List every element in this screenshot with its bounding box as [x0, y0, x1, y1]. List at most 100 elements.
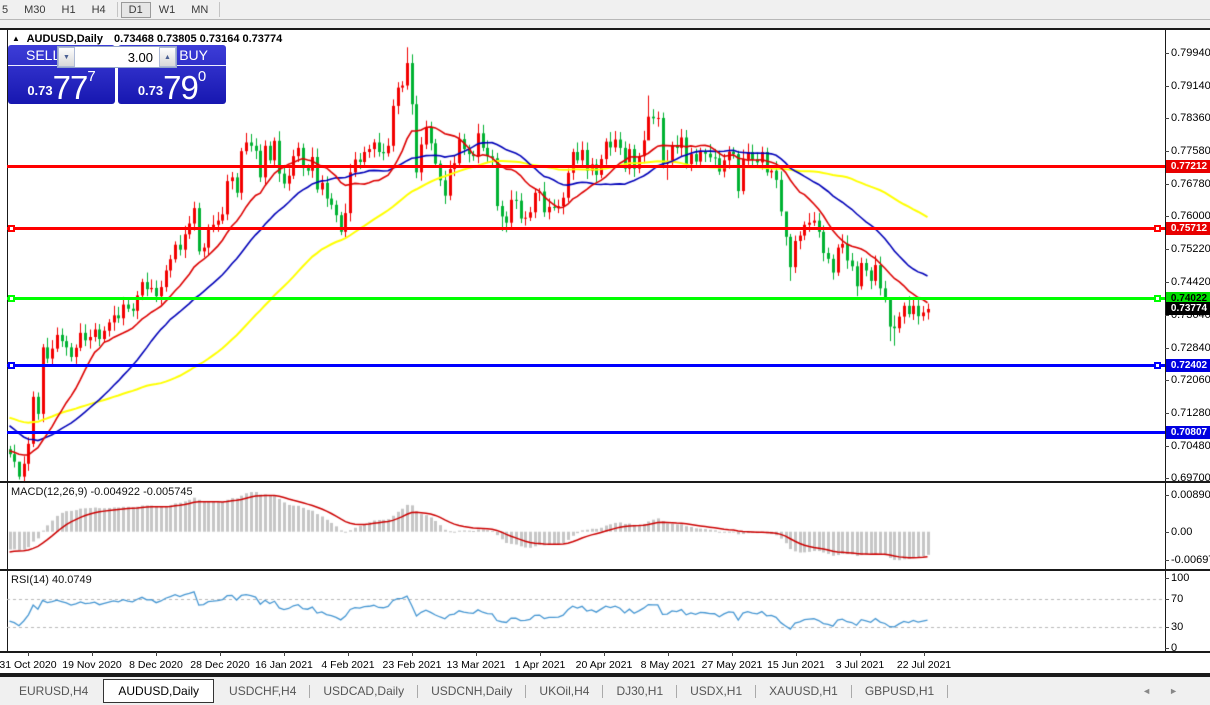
level-price-badge: 0.72402 [1166, 359, 1210, 372]
horizontal-level-line[interactable] [7, 297, 1165, 300]
line-endpoint-handle[interactable] [8, 225, 15, 232]
level-price-badge: 0.77212 [1166, 160, 1210, 173]
rsi-axis-label: 30 [1171, 621, 1183, 633]
macd-axis-label: 0.00 [1171, 526, 1192, 538]
axis-tick [1165, 249, 1169, 250]
axis-tick [1165, 86, 1169, 87]
timeframe-button-mn[interactable]: MN [183, 2, 216, 18]
axis-tick [1165, 578, 1169, 579]
date-axis-label: 4 Feb 2021 [321, 659, 374, 671]
macd-axis-label: -0.006977 [1171, 554, 1210, 566]
date-axis-label: 3 Jul 2021 [836, 659, 884, 671]
timeframe-button-5[interactable]: 5 [0, 2, 16, 18]
macd-values: -0.004922 -0.005745 [90, 486, 192, 498]
date-axis-label: 27 May 2021 [702, 659, 763, 671]
axis-tick [1165, 413, 1169, 414]
rsi-label: RSI(14) 40.0749 [11, 574, 92, 586]
date-tick [924, 652, 925, 656]
chart-tab-usdcad[interactable]: USDCAD,Daily [310, 680, 417, 702]
line-endpoint-handle[interactable] [1154, 295, 1161, 302]
date-axis-label: 22 Jul 2021 [897, 659, 951, 671]
rsi-canvas[interactable] [7, 571, 1165, 651]
timeframe-button-w1[interactable]: W1 [151, 2, 184, 18]
chart-tab-bar: EURUSD,H4AUDUSD,DailyUSDCHF,H4USDCAD,Dai… [0, 675, 1210, 705]
price-axis-label: 0.71280 [1171, 407, 1210, 419]
chart-tab-usdchf[interactable]: USDCHF,H4 [216, 680, 309, 702]
macd-label: MACD(12,26,9) -0.004922 -0.005745 [11, 486, 193, 498]
rsi-value: 40.0749 [52, 574, 92, 586]
date-axis-label: 23 Feb 2021 [383, 659, 442, 671]
line-endpoint-handle[interactable] [8, 295, 15, 302]
timeframe-button-m30[interactable]: M30 [16, 2, 53, 18]
timeframe-button-h1[interactable]: H1 [54, 2, 84, 18]
tab-scroll-right-icon[interactable]: ► [1169, 686, 1196, 696]
chart-tab-ukoil[interactable]: UKOil,H4 [526, 680, 602, 702]
date-axis-label: 19 Nov 2020 [62, 659, 122, 671]
horizontal-level-line[interactable] [7, 364, 1165, 367]
line-endpoint-handle[interactable] [1154, 362, 1161, 369]
price-axis-label: 0.78360 [1171, 112, 1210, 124]
lot-size-input[interactable] [75, 47, 159, 67]
axis-tick [1165, 282, 1169, 283]
price-axis-label: 0.74420 [1171, 276, 1210, 288]
chart-tab-eurusd[interactable]: EURUSD,H4 [6, 680, 101, 702]
sell-price-sup: 7 [87, 68, 95, 85]
toolbar-separator [219, 2, 220, 17]
price-axis-label: 0.76000 [1171, 210, 1210, 222]
price-axis-label: 0.79140 [1171, 80, 1210, 92]
date-tick [92, 652, 93, 656]
price-axis-label: 0.69700 [1171, 472, 1210, 484]
toolbar-separator [117, 2, 118, 17]
axis-tick [1165, 348, 1169, 349]
price-axis-label: 0.72840 [1171, 342, 1210, 354]
lot-decrease-button[interactable]: ▼ [58, 47, 75, 67]
chart-tab-audusd[interactable]: AUDUSD,Daily [103, 679, 214, 703]
axis-tick [1165, 627, 1169, 628]
lot-increase-button[interactable]: ▲ [159, 47, 176, 67]
rsi-axis-label: 0 [1171, 642, 1177, 654]
date-tick [796, 652, 797, 656]
one-click-trade-panel: SELL 0.73777 BUY 0.73790 ▼ ▲ [8, 45, 226, 104]
spin-up-icon: ▲ [164, 54, 171, 61]
chart-tab-gbpusd[interactable]: GBPUSD,H1 [852, 680, 947, 702]
date-axis-label: 31 Oct 2020 [0, 659, 57, 671]
macd-name: MACD(12,26,9) [11, 486, 87, 498]
date-tick [156, 652, 157, 656]
price-axis-border [1165, 30, 1166, 651]
tab-divider [947, 685, 948, 698]
price-axis-label: 0.72060 [1171, 374, 1210, 386]
axis-tick [1165, 151, 1169, 152]
horizontal-level-line[interactable] [7, 431, 1165, 434]
date-axis-label: 28 Dec 2020 [190, 659, 250, 671]
date-axis-label: 15 Jun 2021 [767, 659, 825, 671]
axis-tick [1165, 446, 1169, 447]
axis-tick [1165, 478, 1169, 479]
chart-tab-usdcnh[interactable]: USDCNH,Daily [418, 680, 525, 702]
sell-price-main: 77 [53, 69, 88, 106]
horizontal-level-line[interactable] [7, 227, 1165, 230]
collapse-icon[interactable]: ▲ [12, 34, 20, 43]
chart-tab-usdx[interactable]: USDX,H1 [677, 680, 755, 702]
sell-price[interactable]: 0.73777 [8, 68, 115, 107]
date-tick [540, 652, 541, 656]
axis-tick [1165, 560, 1169, 561]
chart-tab-dj30[interactable]: DJ30,H1 [603, 680, 676, 702]
date-axis-border [0, 651, 1210, 653]
date-tick [220, 652, 221, 656]
toolbar-strip [0, 20, 1210, 28]
date-axis-label: 8 Dec 2020 [129, 659, 183, 671]
tab-scroll-left-icon[interactable]: ◄ [1142, 686, 1169, 696]
buy-price[interactable]: 0.73790 [118, 68, 226, 107]
line-endpoint-handle[interactable] [8, 362, 15, 369]
line-endpoint-handle[interactable] [1154, 225, 1161, 232]
horizontal-level-line[interactable] [7, 165, 1165, 168]
sell-price-prefix: 0.73 [27, 83, 52, 98]
timeframe-button-h4[interactable]: H4 [84, 2, 114, 18]
rsi-axis-label: 100 [1171, 572, 1189, 584]
timeframe-button-d1[interactable]: D1 [121, 2, 151, 18]
macd-axis-label: 0.008903 [1171, 489, 1210, 501]
date-tick [412, 652, 413, 656]
rsi-axis-label: 70 [1171, 593, 1183, 605]
current-price-badge: 0.73774 [1166, 302, 1210, 315]
chart-tab-xauusd[interactable]: XAUUSD,H1 [756, 680, 851, 702]
